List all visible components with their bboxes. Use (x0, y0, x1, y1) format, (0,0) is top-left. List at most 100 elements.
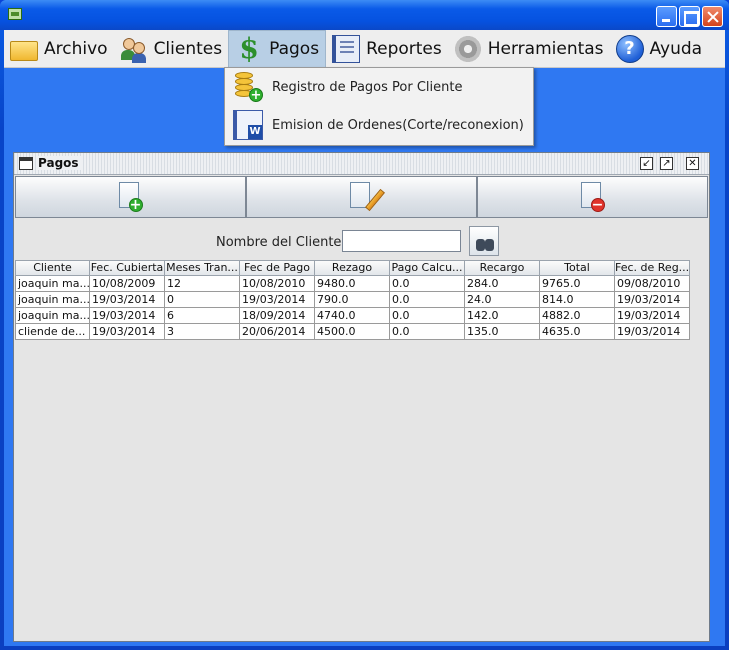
column-header[interactable]: Cliente (15, 260, 90, 276)
app-icon (8, 8, 22, 20)
table-cell: 0.0 (390, 292, 465, 308)
document-add-icon: + (118, 182, 143, 212)
table-cell: 19/03/2014 (615, 324, 690, 340)
column-header[interactable]: Pago Calcu... (390, 260, 465, 276)
menu-reportes-label: Reportes (366, 38, 442, 59)
frame-toolbar: + − (15, 176, 708, 218)
pagos-dropdown-menu: + Registro de Pagos Por Cliente W Emisio… (224, 67, 534, 146)
menu-herramientas-label: Herramientas (487, 38, 604, 59)
client-name-label: Nombre del Cliente: (216, 235, 346, 250)
table-cell: 19/03/2014 (90, 308, 165, 324)
menu-pagos[interactable]: $ Pagos (228, 29, 327, 68)
column-header[interactable]: Fec. Cubierta (90, 260, 165, 276)
menu-item-registro-pagos-label: Registro de Pagos Por Cliente (272, 79, 463, 95)
table-cell: 18/09/2014 (240, 308, 315, 324)
table-cell: 135.0 (465, 324, 540, 340)
table-cell: 19/03/2014 (90, 324, 165, 340)
menu-bar: Archivo Clientes $ Pagos Reportes Herram… (4, 29, 725, 68)
minimize-button[interactable] (656, 6, 677, 27)
search-binoculars-icon[interactable] (469, 226, 499, 256)
title-bar[interactable] (0, 0, 729, 30)
column-header[interactable]: Fec. de Reg... (615, 260, 690, 276)
internal-frame-title-bar[interactable]: Pagos ↙ ↗ ✕ (14, 153, 709, 175)
frame-icon (19, 157, 33, 170)
table-row[interactable]: joaquin ma... 19/03/2014 6 18/09/2014 4740.0… (15, 308, 708, 324)
table-cell: 0.0 (390, 324, 465, 340)
table-cell: joaquin ma... (15, 292, 90, 308)
delete-payment-button[interactable]: − (477, 176, 708, 218)
add-payment-button[interactable]: + (15, 176, 246, 218)
maximize-frame-icon[interactable]: ↗ (660, 157, 673, 170)
close-button[interactable] (702, 6, 723, 27)
column-header[interactable]: Meses Tran... (165, 260, 240, 276)
help-icon: ? (615, 34, 644, 63)
menu-item-registro-pagos[interactable]: + Registro de Pagos Por Cliente (225, 68, 533, 106)
table-cell: 284.0 (465, 276, 540, 292)
table-cell: 19/03/2014 (615, 292, 690, 308)
menu-pagos-label: Pagos (269, 38, 320, 59)
table-row[interactable]: joaquin ma... 19/03/2014 0 19/03/2014 790.0 0… (15, 292, 708, 308)
table-cell: joaquin ma... (15, 276, 90, 292)
table-cell: 19/03/2014 (240, 292, 315, 308)
word-document-icon: W (233, 110, 263, 140)
table-cell: 4500.0 (315, 324, 390, 340)
menu-item-emision-ordenes[interactable]: W Emision de Ordenes(Corte/reconexion) (225, 106, 533, 144)
table-cell: 09/08/2010 (615, 276, 690, 292)
menu-ayuda[interactable]: ? Ayuda (610, 30, 709, 68)
users-icon (120, 35, 148, 63)
document-edit-icon (349, 182, 385, 212)
table-row[interactable]: cliende de... 19/03/2014 3 20/06/2014 4500.0… (15, 324, 708, 340)
table-cell: 12 (165, 276, 240, 292)
menu-archivo-label: Archivo (44, 38, 108, 59)
column-header[interactable]: Recargo (465, 260, 540, 276)
table-cell: 10/08/2009 (90, 276, 165, 292)
table-header: Cliente Fec. Cubierta Meses Tran... Fec de … (15, 260, 708, 276)
menu-clientes[interactable]: Clientes (114, 30, 229, 68)
coins-add-icon: + (233, 72, 263, 102)
table-cell: 814.0 (540, 292, 615, 308)
table-cell: 19/03/2014 (615, 308, 690, 324)
client-area: Archivo Clientes $ Pagos Reportes Herram… (4, 29, 725, 646)
search-row: Nombre del Cliente: (14, 225, 709, 256)
table-cell: 0.0 (390, 308, 465, 324)
table-cell: 20/06/2014 (240, 324, 315, 340)
table-cell: 0 (165, 292, 240, 308)
internal-frame-title: Pagos (38, 156, 83, 170)
iconify-icon[interactable]: ↙ (640, 157, 653, 170)
report-icon (332, 34, 361, 63)
table-cell: 10/08/2010 (240, 276, 315, 292)
application-window: Archivo Clientes $ Pagos Reportes Herram… (0, 0, 729, 650)
column-header[interactable]: Fec de Pago (240, 260, 315, 276)
table-cell: 6 (165, 308, 240, 324)
table-cell: 4635.0 (540, 324, 615, 340)
column-header[interactable]: Rezago (315, 260, 390, 276)
column-header[interactable]: Total (540, 260, 615, 276)
table-cell: 4882.0 (540, 308, 615, 324)
table-cell: 9480.0 (315, 276, 390, 292)
close-frame-icon[interactable]: ✕ (686, 157, 699, 170)
table-cell: cliende de... (15, 324, 90, 340)
folder-icon (10, 40, 38, 61)
table-cell: 19/03/2014 (90, 292, 165, 308)
table-cell: 0.0 (390, 276, 465, 292)
menu-herramientas[interactable]: Herramientas (448, 30, 610, 68)
gear-icon (453, 34, 482, 63)
table-cell: 9765.0 (540, 276, 615, 292)
menu-archivo[interactable]: Archivo (4, 30, 114, 68)
table-cell: 3 (165, 324, 240, 340)
client-name-input[interactable] (342, 230, 461, 252)
table-cell: 790.0 (315, 292, 390, 308)
menu-reportes[interactable]: Reportes (326, 30, 448, 68)
menu-item-emision-ordenes-label: Emision de Ordenes(Corte/reconexion) (272, 117, 524, 133)
menu-ayuda-label: Ayuda (649, 38, 703, 59)
dollar-icon: $ (239, 31, 259, 65)
maximize-button[interactable] (679, 6, 700, 27)
table-cell: 24.0 (465, 292, 540, 308)
table-cell: 4740.0 (315, 308, 390, 324)
document-delete-icon: − (580, 182, 605, 212)
table-row[interactable]: joaquin ma... 10/08/2009 12 10/08/2010 9480.… (15, 276, 708, 292)
table-cell: joaquin ma... (15, 308, 90, 324)
pagos-internal-frame: Pagos ↙ ↗ ✕ + − Nombre del Cliente: Clie… (13, 152, 710, 642)
payments-table: Cliente Fec. Cubierta Meses Tran... Fec de … (15, 260, 708, 640)
edit-payment-button[interactable] (246, 176, 477, 218)
